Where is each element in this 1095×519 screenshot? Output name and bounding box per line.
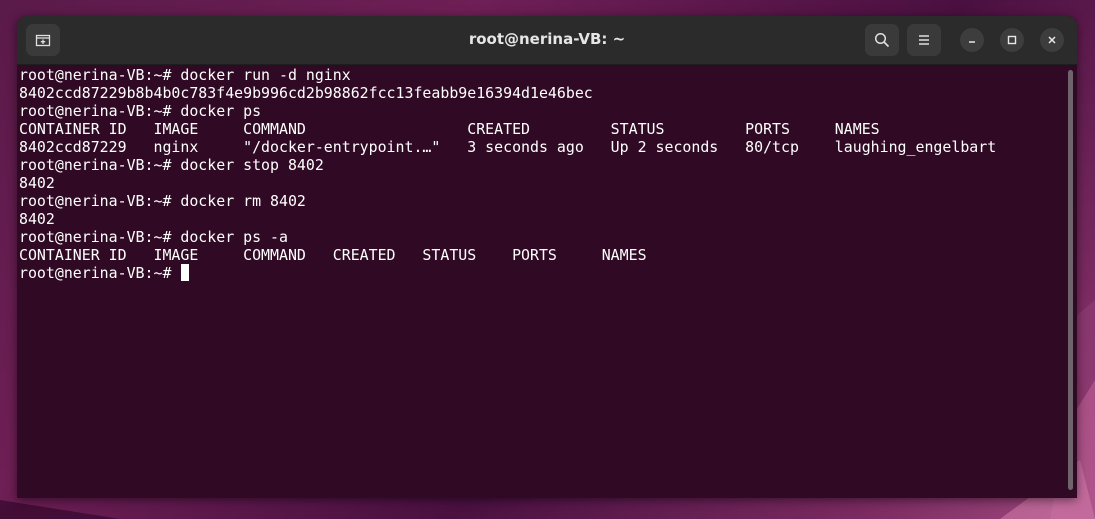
close-button[interactable] bbox=[1040, 28, 1064, 52]
minimize-icon bbox=[969, 41, 975, 43]
terminal-line: 8402ccd87229b8b4b0c783f4e9b996cd2b98862f… bbox=[19, 84, 593, 102]
prompt-text: root@nerina-VB:~# bbox=[19, 264, 181, 282]
terminal-line: root@nerina-VB:~# docker rm 8402 bbox=[19, 192, 306, 210]
terminal-line: CONTAINER ID IMAGE COMMAND CREATED STATU… bbox=[19, 120, 880, 138]
terminal-output[interactable]: root@nerina-VB:~# docker run -d nginx 84… bbox=[17, 65, 1065, 498]
close-icon bbox=[1048, 36, 1056, 44]
terminal-line: 8402ccd87229 nginx "/docker-entrypoint.…… bbox=[19, 138, 997, 156]
terminal-window: root@nerina-VB: ~ root@nerina-VB:~# dock… bbox=[17, 16, 1077, 498]
minimize-button[interactable] bbox=[960, 28, 984, 52]
terminal-line: 8402 bbox=[19, 210, 55, 228]
terminal-line: root@nerina-VB:~# docker ps bbox=[19, 102, 262, 120]
terminal-line: CONTAINER ID IMAGE COMMAND CREATED STATU… bbox=[19, 246, 647, 264]
hamburger-menu-icon bbox=[919, 35, 929, 45]
terminal-line: root@nerina-VB:~# docker ps -a bbox=[19, 228, 288, 246]
maximize-button[interactable] bbox=[1000, 28, 1024, 52]
search-icon bbox=[874, 32, 890, 48]
maximize-icon bbox=[1007, 35, 1017, 45]
terminal-line: 8402 bbox=[19, 174, 55, 192]
terminal-line: root@nerina-VB:~# docker run -d nginx bbox=[19, 66, 351, 84]
text-cursor bbox=[181, 264, 190, 281]
prompt-line[interactable]: root@nerina-VB:~# bbox=[19, 264, 1063, 282]
menu-button[interactable] bbox=[907, 24, 941, 56]
search-button[interactable] bbox=[865, 24, 899, 56]
scrollbar[interactable] bbox=[1068, 70, 1073, 490]
title-bar: root@nerina-VB: ~ bbox=[17, 16, 1077, 65]
terminal-line: root@nerina-VB:~# docker stop 8402 bbox=[19, 156, 324, 174]
